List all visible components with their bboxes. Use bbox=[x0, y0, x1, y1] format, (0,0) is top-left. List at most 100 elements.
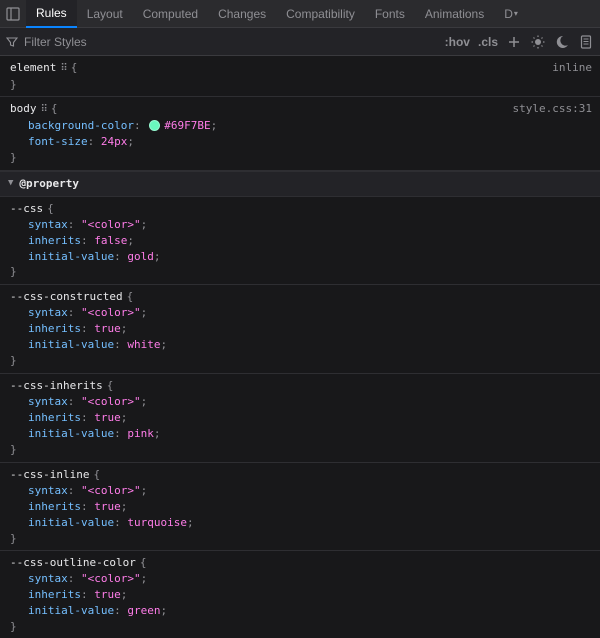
property-name[interactable]: background-color bbox=[28, 119, 134, 132]
property-name[interactable]: inherits bbox=[28, 588, 81, 601]
open-brace: { bbox=[51, 101, 58, 117]
light-mode-icon[interactable] bbox=[530, 34, 546, 50]
property-value[interactable]: "<color>" bbox=[81, 572, 141, 585]
dock-panel-icon[interactable] bbox=[4, 5, 22, 23]
tab-layout[interactable]: Layout bbox=[77, 0, 133, 28]
property-name[interactable]: initial-value bbox=[28, 250, 114, 263]
property-name[interactable]: inherits bbox=[28, 234, 81, 247]
color-swatch[interactable] bbox=[149, 120, 160, 131]
property-name[interactable]: inherits bbox=[28, 322, 81, 335]
tab-compatibility[interactable]: Compatibility bbox=[276, 0, 365, 28]
declaration[interactable]: initial-value: green; bbox=[28, 603, 592, 619]
open-brace: { bbox=[71, 60, 78, 76]
property-value[interactable]: 24px bbox=[101, 135, 128, 148]
selector[interactable]: element bbox=[10, 60, 56, 76]
property-name[interactable]: syntax bbox=[28, 218, 68, 231]
selector[interactable]: --css bbox=[10, 201, 43, 217]
selector[interactable]: --css-outline-color bbox=[10, 555, 136, 571]
property-value[interactable]: pink bbox=[127, 427, 154, 440]
declaration[interactable]: syntax: "<color>"; bbox=[28, 217, 592, 233]
property-value[interactable]: turquoise bbox=[127, 516, 187, 529]
disclosure-triangle-icon: ▼ bbox=[8, 177, 13, 190]
dark-mode-icon[interactable] bbox=[554, 34, 570, 50]
selector[interactable]: --css-inherits bbox=[10, 378, 103, 394]
property-name[interactable]: initial-value bbox=[28, 516, 114, 529]
property-name[interactable]: inherits bbox=[28, 411, 81, 424]
section-title: @property bbox=[19, 176, 79, 192]
declaration[interactable]: inherits: true; bbox=[28, 321, 592, 337]
selector[interactable]: --css-inline bbox=[10, 467, 89, 483]
property-name[interactable]: initial-value bbox=[28, 604, 114, 617]
tab-animations[interactable]: Animations bbox=[415, 0, 494, 28]
property-name[interactable]: inherits bbox=[28, 500, 81, 513]
property-name[interactable]: initial-value bbox=[28, 338, 114, 351]
rule-source-link[interactable]: inline bbox=[552, 60, 592, 76]
property-value[interactable]: true bbox=[94, 500, 121, 513]
rules-pane[interactable]: element⠿ {inline}body⠿ {style.css:31back… bbox=[0, 56, 600, 638]
new-rule-icon[interactable] bbox=[506, 34, 522, 50]
property-value[interactable]: true bbox=[94, 411, 121, 424]
print-simulation-icon[interactable] bbox=[578, 34, 594, 50]
declaration[interactable]: syntax: "<color>"; bbox=[28, 483, 592, 499]
property-value[interactable]: "<color>" bbox=[81, 218, 141, 231]
tab-rules[interactable]: Rules bbox=[26, 0, 77, 28]
declaration[interactable]: initial-value: gold; bbox=[28, 249, 592, 265]
tab-overflow[interactable]: D▾ bbox=[494, 0, 522, 28]
open-brace: { bbox=[140, 555, 147, 571]
at-property-section-header[interactable]: ▼ @property bbox=[0, 171, 600, 197]
property-value[interactable]: true bbox=[94, 588, 121, 601]
declaration[interactable]: inherits: true; bbox=[28, 587, 592, 603]
open-brace: { bbox=[107, 378, 114, 394]
declaration[interactable]: inherits: false; bbox=[28, 233, 592, 249]
css-rule[interactable]: --css-inherits {syntax: "<color>";inheri… bbox=[0, 374, 600, 463]
declaration[interactable]: initial-value: turquoise; bbox=[28, 515, 592, 531]
close-brace: } bbox=[10, 353, 592, 369]
css-rule[interactable]: --css {syntax: "<color>";inherits: false… bbox=[0, 197, 600, 286]
css-rule[interactable]: --css-inline {syntax: "<color>";inherits… bbox=[0, 463, 600, 552]
devtools-tabbar: Rules Layout Computed Changes Compatibil… bbox=[0, 0, 600, 28]
styles-toolbar: :hov .cls bbox=[0, 28, 600, 56]
declaration[interactable]: syntax: "<color>"; bbox=[28, 394, 592, 410]
tab-computed[interactable]: Computed bbox=[133, 0, 208, 28]
property-value[interactable]: #69F7BE bbox=[164, 119, 210, 132]
close-brace: } bbox=[10, 619, 592, 635]
cls-toggle[interactable]: .cls bbox=[478, 35, 498, 49]
tab-changes[interactable]: Changes bbox=[208, 0, 276, 28]
property-value[interactable]: white bbox=[127, 338, 160, 351]
declaration[interactable]: syntax: "<color>"; bbox=[28, 571, 592, 587]
close-brace: } bbox=[10, 77, 592, 93]
property-name[interactable]: syntax bbox=[28, 306, 68, 319]
declaration[interactable]: syntax: "<color>"; bbox=[28, 305, 592, 321]
selector[interactable]: body bbox=[10, 101, 37, 117]
filter-input[interactable] bbox=[24, 35, 144, 49]
close-brace: } bbox=[10, 531, 592, 547]
css-rule[interactable]: --css-constructed {syntax: "<color>";inh… bbox=[0, 285, 600, 374]
property-name[interactable]: syntax bbox=[28, 395, 68, 408]
rule-source-link[interactable]: style.css:31 bbox=[513, 101, 592, 117]
property-value[interactable]: "<color>" bbox=[81, 395, 141, 408]
declaration[interactable]: background-color: #69F7BE; bbox=[28, 118, 592, 134]
property-value[interactable]: gold bbox=[127, 250, 154, 263]
property-value[interactable]: true bbox=[94, 322, 121, 335]
property-name[interactable]: initial-value bbox=[28, 427, 114, 440]
declaration[interactable]: initial-value: pink; bbox=[28, 426, 592, 442]
declaration[interactable]: inherits: true; bbox=[28, 410, 592, 426]
declaration[interactable]: font-size: 24px; bbox=[28, 134, 592, 150]
property-name[interactable]: syntax bbox=[28, 572, 68, 585]
tab-fonts[interactable]: Fonts bbox=[365, 0, 415, 28]
filter-styles[interactable] bbox=[6, 35, 144, 49]
property-name[interactable]: syntax bbox=[28, 484, 68, 497]
property-value[interactable]: green bbox=[127, 604, 160, 617]
property-value[interactable]: "<color>" bbox=[81, 484, 141, 497]
declaration[interactable]: inherits: true; bbox=[28, 499, 592, 515]
css-rule[interactable]: --css-outline-color {syntax: "<color>";i… bbox=[0, 551, 600, 638]
property-value[interactable]: false bbox=[94, 234, 127, 247]
close-brace: } bbox=[10, 150, 592, 166]
pseudo-hov-toggle[interactable]: :hov bbox=[445, 35, 470, 49]
css-rule[interactable]: element⠿ {inline} bbox=[0, 56, 600, 97]
css-rule[interactable]: body⠿ {style.css:31background-color: #69… bbox=[0, 97, 600, 170]
selector[interactable]: --css-constructed bbox=[10, 289, 123, 305]
property-value[interactable]: "<color>" bbox=[81, 306, 141, 319]
declaration[interactable]: initial-value: white; bbox=[28, 337, 592, 353]
property-name[interactable]: font-size bbox=[28, 135, 88, 148]
